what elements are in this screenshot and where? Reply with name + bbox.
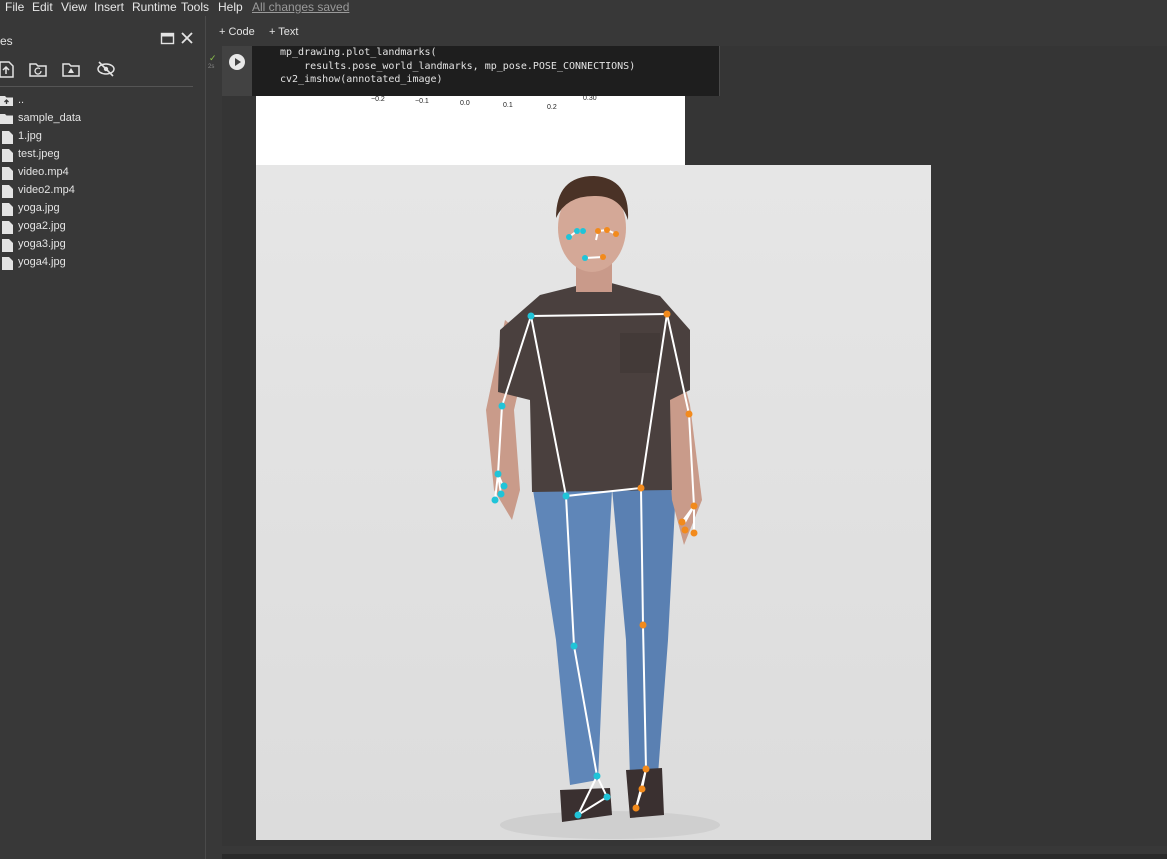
sidebar-title: es xyxy=(0,34,13,48)
file-icon xyxy=(2,167,13,180)
file-name: yoga2.jpg xyxy=(18,220,66,232)
menu-help[interactable]: Help xyxy=(218,0,243,14)
file-name: yoga.jpg xyxy=(18,202,60,214)
code-line: cv2_imshow(annotated_image) xyxy=(280,74,443,85)
sidebar-divider xyxy=(0,86,193,87)
file-name: sample_data xyxy=(18,112,81,124)
file-row[interactable]: yoga3.jpg xyxy=(0,236,190,254)
file-icon xyxy=(2,131,13,144)
save-status-link[interactable]: All changes saved xyxy=(252,0,349,14)
tick-label: 0.30 xyxy=(583,95,597,102)
menu-tools[interactable]: Tools xyxy=(181,0,209,14)
hide-icon[interactable] xyxy=(96,60,116,78)
folder-icon xyxy=(0,114,13,124)
landmarks-3d-plot: −0.2 −0.1 0.0 0.1 0.2 0.30 xyxy=(256,95,685,165)
file-row[interactable]: test.jpeg xyxy=(0,146,190,164)
menu-view[interactable]: View xyxy=(61,0,87,14)
file-icon xyxy=(2,203,13,216)
tick-label: 0.1 xyxy=(503,102,513,109)
file-icon xyxy=(2,257,13,270)
code-line: mp_drawing.plot_landmarks( xyxy=(280,47,437,58)
tick-label: −0.2 xyxy=(371,96,385,103)
open-in-tab-icon[interactable] xyxy=(160,30,176,46)
file-name: video.mp4 xyxy=(18,166,69,178)
menu-edit[interactable]: Edit xyxy=(32,0,53,14)
file-name: test.jpeg xyxy=(18,148,60,160)
cell-gutter xyxy=(206,46,222,846)
file-row[interactable]: video2.mp4 xyxy=(0,182,190,200)
file-name: 1.jpg xyxy=(18,130,42,142)
execution-time: 2s xyxy=(208,64,215,70)
menu-insert[interactable]: Insert xyxy=(94,0,124,14)
shirt-pocket xyxy=(620,333,660,373)
close-icon[interactable] xyxy=(179,30,195,46)
folder-up-icon xyxy=(0,96,13,106)
file-icon xyxy=(2,149,13,162)
file-name: .. xyxy=(18,94,25,106)
annotated-image xyxy=(256,165,931,840)
file-row[interactable]: yoga2.jpg xyxy=(0,218,190,236)
menu-runtime[interactable]: Runtime xyxy=(132,0,177,14)
file-name: video2.mp4 xyxy=(18,184,75,196)
run-cell-button[interactable] xyxy=(229,54,245,70)
file-row[interactable]: 1.jpg xyxy=(0,128,190,146)
notebook-toolbar: + Code + Text xyxy=(206,16,1167,46)
file-row[interactable]: sample_data xyxy=(0,110,190,128)
menu-file[interactable]: File xyxy=(5,0,24,14)
menu-bar: File Edit View Insert Runtime Tools Help… xyxy=(0,0,1167,16)
add-text-button[interactable]: + Text xyxy=(269,26,298,38)
refresh-folder-icon[interactable] xyxy=(28,60,48,78)
file-row[interactable]: yoga.jpg xyxy=(0,200,190,218)
files-sidebar: es .. sample_data 1.jpg test.jpeg video.… xyxy=(0,16,206,859)
code-editor[interactable]: mp_drawing.plot_landmarks( results.pose_… xyxy=(252,46,720,96)
upload-icon[interactable] xyxy=(0,60,16,78)
horizontal-scrollbar[interactable] xyxy=(222,854,1167,859)
check-icon: ✓ xyxy=(209,53,217,63)
code-line: results.pose_world_landmarks, mp_pose.PO… xyxy=(280,61,636,72)
tick-label: −0.1 xyxy=(415,98,429,105)
file-row[interactable]: video.mp4 xyxy=(0,164,190,182)
file-icon xyxy=(2,221,13,234)
file-row-parent[interactable]: .. xyxy=(0,92,190,110)
drive-icon[interactable] xyxy=(61,60,81,78)
file-row[interactable]: yoga4.jpg xyxy=(0,254,190,272)
tick-label: 0.0 xyxy=(460,100,470,107)
file-name: yoga4.jpg xyxy=(18,256,66,268)
file-name: yoga3.jpg xyxy=(18,238,66,250)
pose-figure xyxy=(256,165,931,840)
file-icon xyxy=(2,239,13,252)
file-icon xyxy=(2,185,13,198)
tick-label: 0.2 xyxy=(547,104,557,111)
add-code-button[interactable]: + Code xyxy=(219,26,255,38)
